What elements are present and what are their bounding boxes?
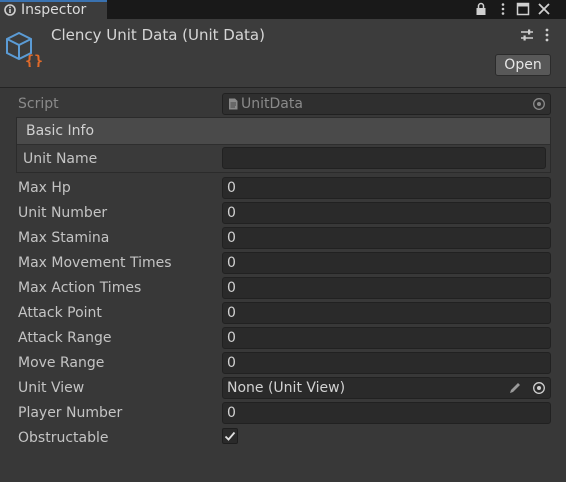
unit-view-label: Unit View [18, 380, 85, 396]
object-picker-icon[interactable] [532, 381, 546, 395]
attack-range-label: Attack Range [18, 330, 112, 346]
scriptable-object-icon: {} [6, 31, 43, 67]
tab-bar: Inspector [0, 0, 566, 19]
unit-number-field[interactable]: 0 [222, 202, 551, 224]
max-action-times-label: Max Action Times [18, 280, 142, 296]
max-movement-times-field[interactable]: 0 [222, 252, 551, 274]
max-stamina-label: Max Stamina [18, 230, 110, 246]
kebab-menu-icon[interactable] [542, 27, 552, 43]
move-range-field[interactable]: 0 [222, 352, 551, 374]
open-button[interactable]: Open [495, 54, 551, 76]
maximize-icon[interactable] [516, 2, 530, 16]
tab-title: Inspector [21, 2, 87, 18]
unit-name-field[interactable] [222, 147, 546, 169]
attack-point-field[interactable]: 0 [222, 302, 551, 324]
close-icon[interactable] [537, 2, 551, 16]
script-value: UnitData [241, 96, 303, 112]
player-number-field[interactable]: 0 [222, 402, 551, 424]
unit-number-label: Unit Number [18, 205, 108, 221]
player-number-label: Player Number [18, 405, 123, 421]
basic-info-title: Basic Info [26, 123, 95, 139]
script-file-icon [229, 98, 238, 110]
max-stamina-field[interactable]: 0 [222, 227, 551, 249]
max-hp-field[interactable]: 0 [222, 177, 551, 199]
pencil-icon[interactable] [508, 381, 522, 395]
object-picker-icon[interactable] [532, 97, 546, 111]
script-label: Script [18, 96, 59, 112]
more-icon[interactable] [496, 2, 510, 16]
attack-range-field[interactable]: 0 [222, 327, 551, 349]
checkmark-icon [224, 431, 236, 441]
basic-info-group: Basic Info Unit Name [16, 117, 551, 173]
obstructable-checkbox[interactable] [222, 428, 238, 444]
max-movement-times-label: Max Movement Times [18, 255, 172, 271]
asset-title: Clency Unit Data (Unit Data) [51, 26, 265, 44]
unit-view-value: None (Unit View) [227, 380, 346, 396]
max-action-times-field[interactable]: 0 [222, 277, 551, 299]
move-range-label: Move Range [18, 355, 105, 371]
obstructable-label: Obstructable [18, 430, 109, 446]
inspector-header: {} Clency Unit Data (Unit Data) Open [0, 19, 566, 88]
attack-point-label: Attack Point [18, 305, 102, 321]
max-hp-label: Max Hp [18, 180, 71, 196]
inspector-tab[interactable]: Inspector [0, 0, 107, 19]
presets-icon[interactable] [519, 27, 535, 43]
unit-view-field[interactable]: None (Unit View) [222, 377, 551, 399]
lock-icon[interactable] [474, 2, 488, 16]
inspector-icon [4, 4, 16, 16]
basic-info-header[interactable]: Basic Info [17, 118, 550, 145]
unit-name-label: Unit Name [23, 151, 98, 167]
script-field[interactable]: UnitData [222, 93, 551, 115]
svg-text:{}: {} [25, 52, 43, 67]
